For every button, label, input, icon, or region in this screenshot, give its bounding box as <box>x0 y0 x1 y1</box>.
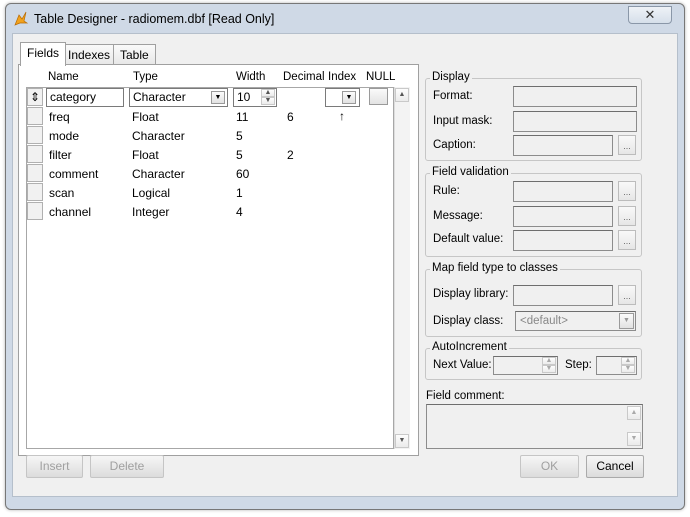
step-label: Step: <box>565 359 592 371</box>
field-width[interactable]: 5 <box>236 129 243 143</box>
width-spin-down-icon[interactable]: ▼ <box>261 97 275 105</box>
next-value-up-icon[interactable]: ▲ <box>542 357 556 365</box>
rule-label: Rule: <box>433 185 460 197</box>
field-name[interactable]: scan <box>49 186 74 200</box>
row-selector[interactable] <box>27 107 43 125</box>
display-class-dropdown-arrow-icon[interactable]: ▼ <box>619 313 634 329</box>
row-selector[interactable] <box>27 145 43 163</box>
type-dropdown-arrow-icon[interactable]: ▼ <box>211 91 225 104</box>
field-type[interactable]: Logical <box>132 186 170 200</box>
next-value-label: Next Value: <box>433 359 492 371</box>
field-name[interactable]: comment <box>49 167 98 181</box>
rule-builder-button[interactable]: ... <box>618 181 636 201</box>
format-field[interactable] <box>513 86 637 107</box>
comment-scroll-down-icon[interactable]: ▼ <box>627 432 641 446</box>
field-name[interactable]: mode <box>49 129 79 143</box>
insert-button[interactable]: Insert <box>26 455 83 478</box>
tab-table[interactable]: Table <box>113 44 156 65</box>
default-value-field[interactable] <box>513 230 613 251</box>
field-type[interactable]: Float <box>132 110 159 124</box>
grid-vertical-scrollbar[interactable] <box>394 87 410 449</box>
window-title: Table Designer - radiomem.dbf [Read Only… <box>34 12 275 26</box>
fields-grid <box>26 87 394 449</box>
ok-button[interactable]: OK <box>520 455 579 478</box>
field-name[interactable]: freq <box>49 110 70 124</box>
width-spin-up-icon[interactable]: ▲ <box>261 89 275 97</box>
display-class-value: <default> <box>520 315 568 327</box>
column-header-name: Name <box>48 71 79 83</box>
next-value-down-icon[interactable]: ▼ <box>542 365 556 373</box>
column-header-index: Index <box>328 71 357 83</box>
scroll-up-icon[interactable]: ▲ <box>395 88 409 102</box>
step-down-icon[interactable]: ▼ <box>621 365 635 373</box>
field-width[interactable]: 11 <box>236 110 248 124</box>
close-button[interactable]: ✕ <box>628 6 672 24</box>
field-width[interactable]: 60 <box>236 167 249 181</box>
field-name[interactable]: channel <box>49 205 91 219</box>
display-class-label: Display class: <box>433 315 504 327</box>
display-library-builder-button[interactable]: ... <box>618 285 636 305</box>
caption-field[interactable] <box>513 135 613 156</box>
message-builder-button[interactable]: ... <box>618 206 636 226</box>
display-library-label: Display library: <box>433 288 509 300</box>
field-type[interactable]: Float <box>132 148 159 162</box>
row-selector[interactable] <box>27 126 43 144</box>
field-width[interactable]: 5 <box>236 148 243 162</box>
index-ascending-icon[interactable]: ↑ <box>339 109 345 123</box>
column-header-type: Type <box>133 71 158 83</box>
display-class-select[interactable]: <default> <box>515 311 636 331</box>
foxpro-app-icon <box>14 11 29 26</box>
format-label: Format: <box>433 90 473 102</box>
tab-fields[interactable]: Fields <box>20 42 67 66</box>
step-up-icon[interactable]: ▲ <box>621 357 635 365</box>
field-width[interactable]: 1 <box>236 186 243 200</box>
column-header-null: NULL <box>366 71 396 83</box>
default-value-builder-button[interactable]: ... <box>618 230 636 250</box>
field-type[interactable]: Integer <box>132 205 169 219</box>
input-mask-field[interactable] <box>513 111 637 132</box>
null-toggle-button[interactable] <box>369 88 388 105</box>
field-width[interactable]: 4 <box>236 205 243 219</box>
field-type[interactable]: Character <box>132 167 185 181</box>
index-dropdown-arrow-icon[interactable]: ▼ <box>342 91 356 104</box>
autoincrement-group-title: AutoIncrement <box>430 341 509 353</box>
validation-group-title: Field validation <box>430 166 511 178</box>
comment-scroll-up-icon[interactable]: ▲ <box>627 406 641 420</box>
field-name-input[interactable]: category <box>46 88 124 107</box>
field-decimal[interactable]: 6 <box>287 110 294 124</box>
default-value-label: Default value: <box>433 233 504 245</box>
row-selector[interactable] <box>27 183 43 201</box>
message-label: Message: <box>433 210 483 222</box>
cancel-button[interactable]: Cancel <box>586 455 644 478</box>
field-type-value: Character <box>133 90 186 104</box>
display-library-field[interactable] <box>513 285 613 306</box>
message-field[interactable] <box>513 206 613 227</box>
field-comment-textarea[interactable] <box>426 404 643 449</box>
row-mover-handle[interactable]: ⇕ <box>27 88 43 106</box>
field-decimal[interactable]: 2 <box>287 148 294 162</box>
column-header-width: Width <box>236 71 266 83</box>
tab-indexes[interactable]: Indexes <box>61 44 118 65</box>
display-group-title: Display <box>430 71 472 83</box>
caption-label: Caption: <box>433 139 476 151</box>
row-selector[interactable] <box>27 202 43 220</box>
delete-button[interactable]: Delete <box>90 455 164 478</box>
caption-builder-button[interactable]: ... <box>618 135 636 155</box>
class-mapping-group-title: Map field type to classes <box>430 262 560 274</box>
field-type[interactable]: Character <box>132 129 185 143</box>
input-mask-label: Input mask: <box>433 115 493 127</box>
column-header-decimal: Decimal <box>283 71 325 83</box>
field-width-value: 10 <box>237 90 251 104</box>
rule-field[interactable] <box>513 181 613 202</box>
scroll-down-icon[interactable]: ▼ <box>395 434 409 448</box>
field-name[interactable]: filter <box>49 148 72 162</box>
row-selector[interactable] <box>27 164 43 182</box>
field-comment-label: Field comment: <box>426 390 505 402</box>
